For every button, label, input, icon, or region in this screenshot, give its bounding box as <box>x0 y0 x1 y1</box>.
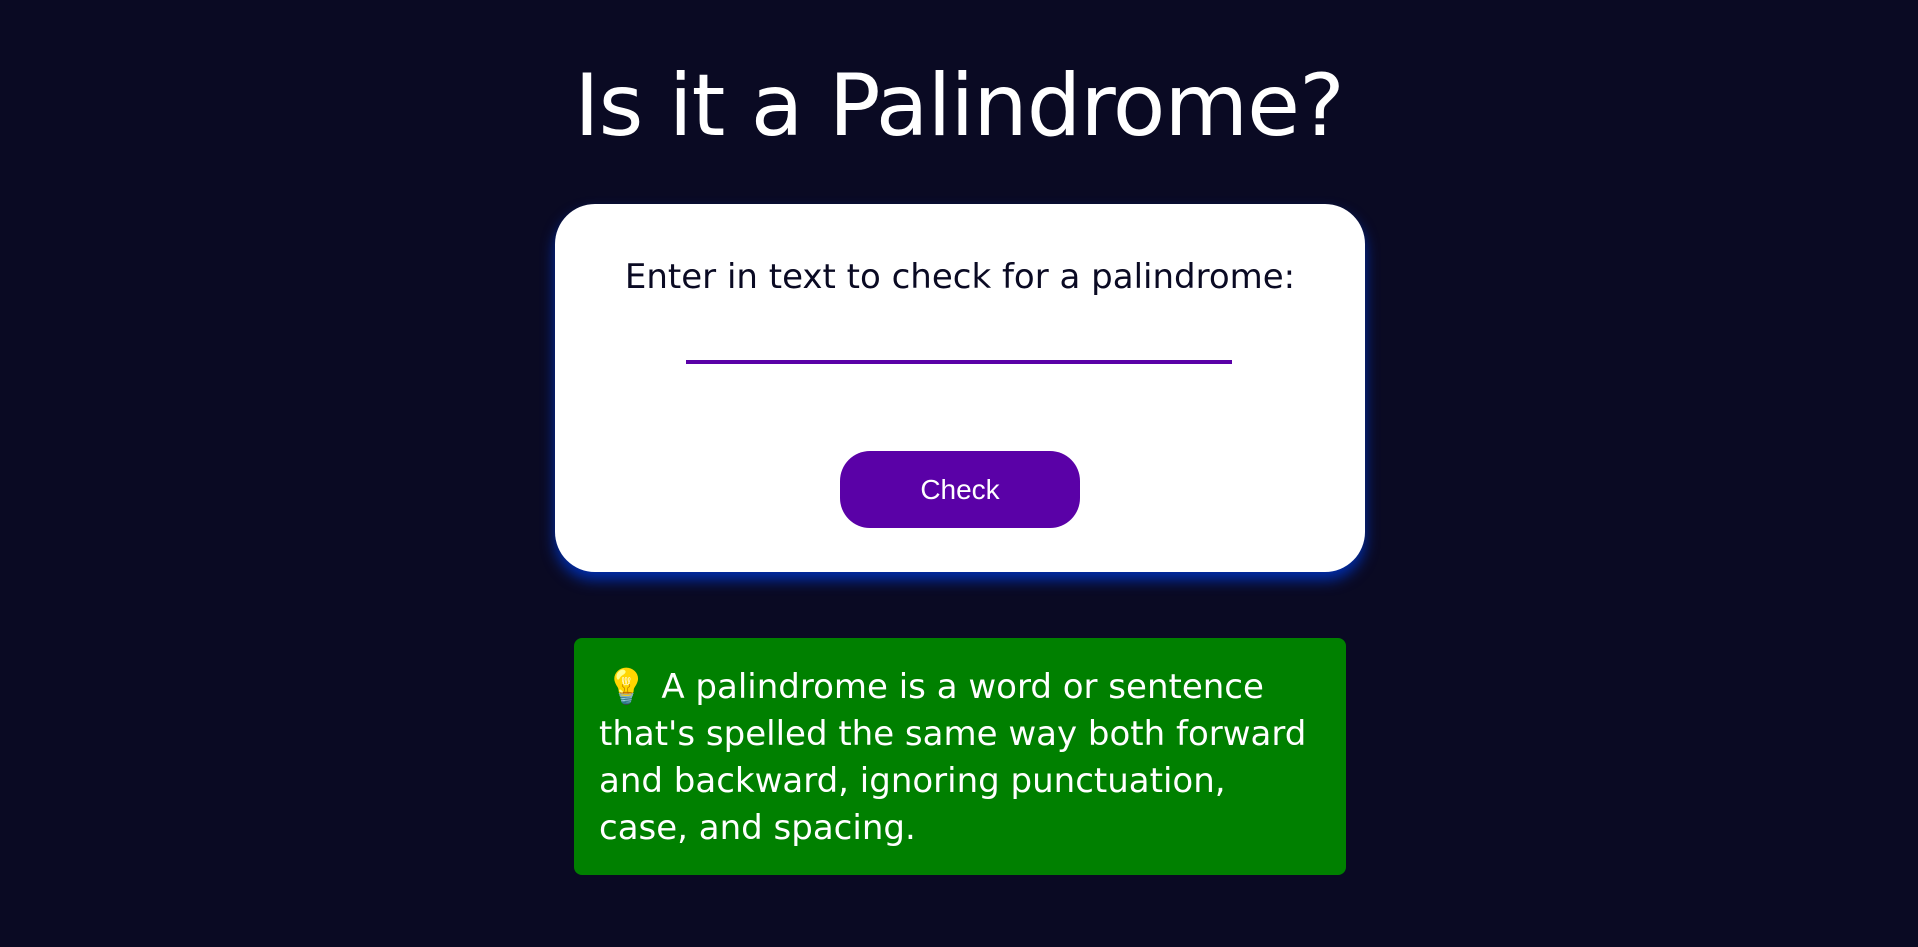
light-bulb-icon: 💡 <box>605 667 648 707</box>
input-label: Enter in text to check for a palindrome: <box>624 257 1296 297</box>
palindrome-checker-card: Enter in text to check for a palindrome:… <box>555 204 1365 572</box>
text-input[interactable] <box>686 314 1232 364</box>
page-title: Is it a Palindrome? <box>574 56 1345 156</box>
palindrome-definition-box: 💡 A palindrome is a word or sentence that… <box>574 638 1346 875</box>
palindrome-definition-text: A palindrome is a word or sentence that'… <box>599 667 1307 848</box>
check-button[interactable]: Check <box>840 451 1080 528</box>
